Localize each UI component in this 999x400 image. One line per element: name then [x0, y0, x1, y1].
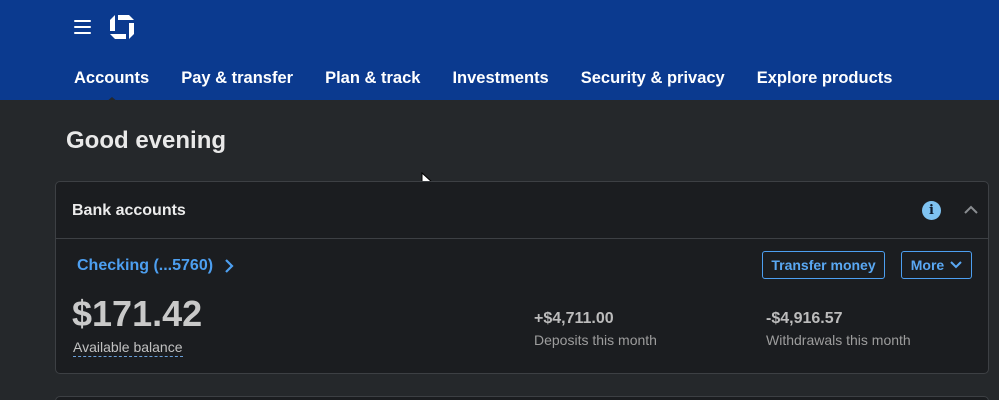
account-name: Checking (...5760) — [77, 257, 214, 274]
available-balance-label[interactable]: Available balance — [73, 339, 183, 357]
more-button-label: More — [910, 257, 945, 273]
hamburger-menu-icon[interactable] — [74, 17, 94, 37]
nav-pay-transfer[interactable]: Pay & transfer — [165, 66, 309, 100]
nav-plan-track[interactable]: Plan & track — [309, 66, 436, 100]
chevron-right-icon — [225, 259, 234, 273]
bank-accounts-header[interactable]: Bank accounts i — [56, 182, 988, 239]
withdrawals-value: -$4,916.57 — [766, 310, 843, 327]
chevron-up-icon[interactable] — [963, 202, 979, 218]
withdrawals-label: Withdrawals this month — [766, 332, 911, 348]
bank-accounts-title: Bank accounts — [72, 202, 186, 219]
chevron-down-icon — [950, 261, 962, 269]
nav-accounts[interactable]: Accounts — [58, 66, 165, 102]
top-navigation-bar: Accounts Pay & transfer Plan & track Inv… — [0, 0, 999, 102]
next-card-edge — [55, 396, 989, 400]
nav-security-privacy[interactable]: Security & privacy — [565, 66, 741, 100]
checking-account-link[interactable]: Checking (...5760) — [77, 257, 235, 275]
main-nav: Accounts Pay & transfer Plan & track Inv… — [58, 66, 909, 102]
available-balance-value: $171.42 — [72, 293, 203, 334]
nav-explore-products[interactable]: Explore products — [741, 66, 909, 100]
greeting-heading: Good evening — [66, 127, 227, 154]
bank-accounts-card: Bank accounts i Checking (...5760) Trans… — [55, 181, 989, 374]
info-icon[interactable]: i — [922, 201, 941, 220]
transfer-money-button[interactable]: Transfer money — [762, 251, 885, 279]
nav-investments[interactable]: Investments — [436, 66, 564, 100]
chase-logo-icon[interactable] — [109, 14, 135, 40]
more-button[interactable]: More — [901, 251, 972, 279]
deposits-value: +$4,711.00 — [534, 310, 614, 327]
deposits-label: Deposits this month — [534, 332, 657, 348]
